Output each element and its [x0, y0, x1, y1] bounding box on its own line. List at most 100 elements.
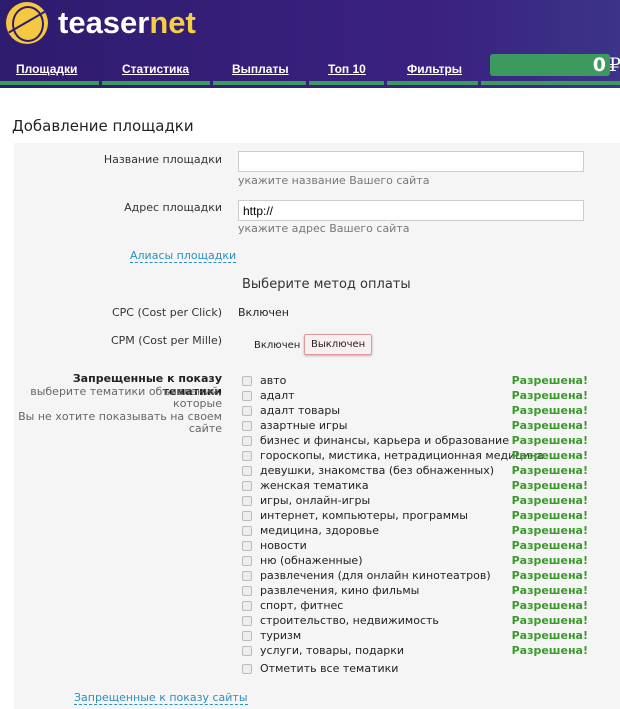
topic-label: туризм [260, 629, 302, 642]
brand-part2: net [149, 5, 196, 40]
logo[interactable]: teasernet [6, 2, 196, 44]
topic-checkbox[interactable] [242, 390, 252, 401]
topic-status: Разрешена! [511, 644, 588, 657]
topic-status: Разрешена! [511, 584, 588, 597]
topic-row[interactable]: азартные игры Разрешена! [242, 418, 602, 433]
topic-status: Разрешена! [511, 464, 588, 477]
topic-status: Разрешена! [511, 554, 588, 567]
topic-checkbox[interactable] [242, 405, 252, 416]
topic-checkbox[interactable] [242, 630, 252, 641]
topic-label: спорт, фитнес [260, 599, 344, 612]
topic-label: девушки, знакомства (без обнаженных) [260, 464, 495, 477]
topic-row[interactable]: девушки, знакомства (без обнаженных) Разр… [242, 463, 602, 478]
nav-underline [0, 81, 620, 85]
topic-checkbox[interactable] [242, 525, 252, 536]
topic-status: Разрешена! [511, 599, 588, 612]
topic-status: Разрешена! [511, 494, 588, 507]
topic-row[interactable]: гороскопы, мистика, нетрадиционная медиц… [242, 448, 602, 463]
topic-row[interactable]: интернет, компьютеры, программы Разрешена… [242, 508, 602, 523]
balance[interactable]: 0 [490, 54, 610, 76]
ruble-icon: ₽ [609, 54, 620, 76]
topic-checkbox[interactable] [242, 510, 252, 521]
topic-row[interactable]: развлечения, кино фильмы Разрешена! [242, 583, 602, 598]
nav-statistics[interactable]: Статистика [122, 62, 189, 76]
nav-filters[interactable]: Фильтры [407, 62, 462, 76]
topic-label: развлечения (для онлайн кинотеатров) [260, 569, 491, 582]
topic-checkbox[interactable] [242, 540, 252, 551]
topic-row[interactable]: строительство, недвижимость Разрешена! [242, 613, 602, 628]
topic-checkbox[interactable] [242, 435, 252, 446]
topic-status: Разрешена! [511, 419, 588, 432]
topic-label: услуги, товары, подарки [260, 644, 405, 657]
topic-row[interactable]: новости Разрешена! [242, 538, 602, 553]
topic-checkbox[interactable] [242, 570, 252, 581]
site-url-input[interactable] [238, 200, 584, 221]
site-url-hint: укажите адрес Вашего сайта [238, 222, 410, 235]
cpm-label: CPM (Cost per Mille) [110, 334, 222, 347]
topic-checkbox[interactable] [242, 465, 252, 476]
topic-row[interactable]: авто Разрешена! [242, 373, 602, 388]
topics-list: авто Разрешена! адалт Разрешена! адалт товар… [242, 373, 602, 676]
topic-checkbox[interactable] [242, 615, 252, 626]
topic-checkbox[interactable] [242, 480, 252, 491]
topic-row[interactable]: туризм Разрешена! [242, 628, 602, 643]
topic-label: адалт [260, 389, 295, 402]
topic-row[interactable]: адалт Разрешена! [242, 388, 602, 403]
topic-label: гороскопы, мистика, нетрадиционная медиц… [260, 449, 544, 462]
brand-part1: teaser [58, 5, 150, 40]
topic-checkbox[interactable] [242, 495, 252, 506]
cpc-value: Включен [238, 306, 289, 319]
topic-row[interactable]: бизнес и финансы, карьера и образование Р… [242, 433, 602, 448]
site-name-label: Название площадки [103, 153, 222, 166]
select-all-label: Отметить все тематики [260, 662, 399, 675]
topic-label: авто [260, 374, 287, 387]
topic-row[interactable]: медицина, здоровье Разрешена! [242, 523, 602, 538]
topic-status: Разрешена! [511, 524, 588, 537]
site-name-input[interactable] [238, 151, 584, 172]
topic-label: строительство, недвижимость [260, 614, 439, 627]
cpm-off-button[interactable]: Выключен [304, 334, 373, 355]
topic-status: Разрешена! [511, 629, 588, 642]
topic-status: Разрешена! [511, 569, 588, 582]
topic-status: Разрешена! [511, 449, 588, 462]
topic-status: Разрешена! [511, 434, 588, 447]
topics-hint-2: которые [173, 397, 222, 410]
site-name-hint: укажите название Вашего сайта [238, 174, 430, 187]
nav-payouts[interactable]: Выплаты [232, 62, 289, 76]
topic-label: адалт товары [260, 404, 341, 417]
topic-row[interactable]: развлечения (для онлайн кинотеатров) Разр… [242, 568, 602, 583]
topic-checkbox[interactable] [242, 600, 252, 611]
cpm-on-button[interactable]: Включен [254, 340, 300, 351]
topic-label: новости [260, 539, 307, 552]
topic-status: Разрешена! [511, 479, 588, 492]
topic-checkbox[interactable] [242, 645, 252, 656]
globe-logo-icon [6, 2, 48, 44]
topics-hint-4: сайте [188, 422, 222, 435]
topic-checkbox[interactable] [242, 375, 252, 386]
topic-row[interactable]: адалт товары Разрешена! [242, 403, 602, 418]
topic-label: интернет, компьютеры, программы [260, 509, 468, 522]
topic-label: азартные игры [260, 419, 348, 432]
topic-status: Разрешена! [511, 374, 588, 387]
select-all-row[interactable]: Отметить все тематики [242, 661, 602, 676]
topic-row[interactable]: спорт, фитнес Разрешена! [242, 598, 602, 613]
page-title: Добавление площадки [12, 117, 194, 135]
topic-checkbox[interactable] [242, 555, 252, 566]
topic-label: игры, онлайн-игры [260, 494, 371, 507]
topic-label: бизнес и финансы, карьера и образование [260, 434, 509, 447]
topic-status: Разрешена! [511, 614, 588, 627]
topic-checkbox[interactable] [242, 450, 252, 461]
topic-label: развлечения, кино фильмы [260, 584, 420, 597]
topic-label: женская тематика [260, 479, 369, 492]
aliases-link[interactable]: Алиасы площадки [130, 249, 237, 263]
select-all-checkbox[interactable] [242, 663, 252, 674]
topic-checkbox[interactable] [242, 585, 252, 596]
topic-row[interactable]: ню (обнаженные) Разрешена! [242, 553, 602, 568]
topic-row[interactable]: женская тематика Разрешена! [242, 478, 602, 493]
nav-top10[interactable]: Топ 10 [328, 62, 366, 76]
topic-row[interactable]: игры, онлайн-игры Разрешена! [242, 493, 602, 508]
topic-row[interactable]: услуги, товары, подарки Разрешена! [242, 643, 602, 658]
nav-sites[interactable]: Площадки [16, 62, 77, 76]
topic-checkbox[interactable] [242, 420, 252, 431]
blocked-sites-link[interactable]: Запрещенные к показу сайты [74, 691, 248, 705]
